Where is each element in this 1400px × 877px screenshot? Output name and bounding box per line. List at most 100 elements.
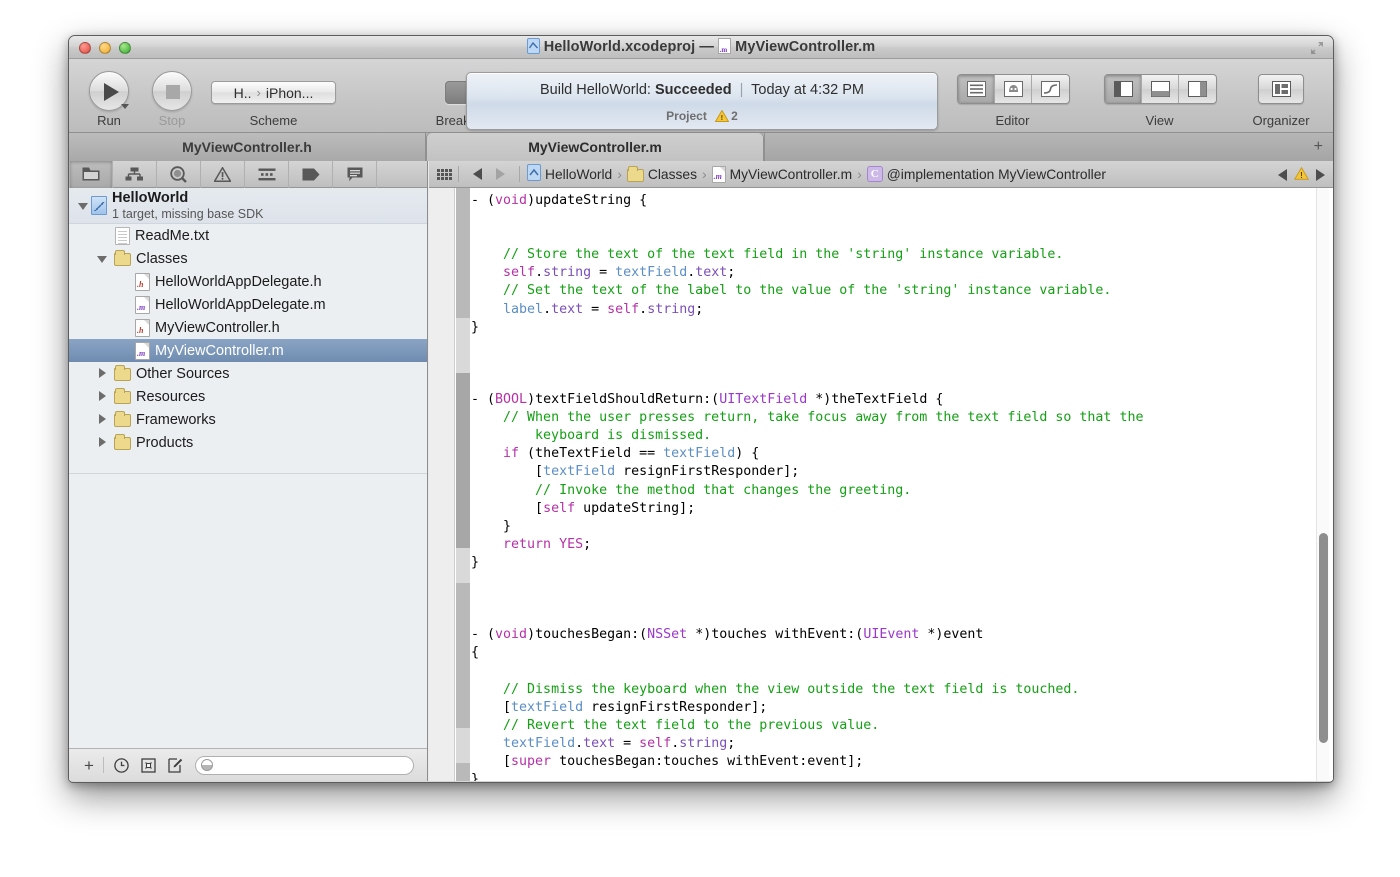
tree-row-myviewcontroller-m[interactable]: .m MyViewController.m	[69, 339, 427, 362]
fold-segment[interactable]	[456, 188, 470, 318]
back-arrow-icon[interactable]	[473, 168, 482, 180]
code-line: }	[471, 319, 1311, 337]
fold-segment[interactable]	[456, 373, 470, 548]
log-navigator-icon[interactable]	[333, 161, 377, 188]
stop-button[interactable]	[152, 71, 192, 111]
disclosure-triangle-open-icon[interactable]	[96, 252, 110, 266]
project-navigator-icon[interactable]	[69, 161, 113, 188]
build-scope-line: Project ! 2	[467, 109, 937, 125]
tree-row-helloworldappdelegate-h[interactable]: .h HelloWorldAppDelegate.h	[69, 270, 427, 293]
standard-editor-button[interactable]	[958, 75, 995, 103]
code-line	[471, 373, 1311, 391]
code-token: - (	[471, 193, 495, 208]
code-token: UITextField	[719, 392, 807, 407]
breadcrumb-helloworld[interactable]: HelloWorld	[527, 164, 612, 184]
code-token: *)event	[919, 627, 983, 642]
code-token: - (	[471, 392, 495, 407]
utilities-toggle-button[interactable]	[1179, 75, 1216, 103]
previous-issue-arrow-icon[interactable]	[1278, 169, 1287, 181]
tree-row-label: Resources	[136, 389, 205, 405]
recent-files-clock-icon[interactable]	[108, 754, 135, 776]
editor-vertical-scrollbar[interactable]	[1316, 188, 1329, 781]
disclosure-triangle-open-icon[interactable]	[77, 199, 91, 213]
add-tab-button[interactable]: +	[1314, 139, 1323, 155]
symbol-navigator-icon[interactable]	[113, 161, 157, 188]
tab-bar-empty-area: +	[764, 133, 1333, 161]
scrollbar-thumb[interactable]	[1319, 533, 1328, 743]
breadcrumb-classes[interactable]: Classes	[627, 167, 697, 182]
navigator-panel: HelloWorld 1 target, missing base SDK Re…	[69, 161, 428, 781]
search-navigator-icon[interactable]	[157, 161, 201, 188]
tree-row-label: HelloWorldAppDelegate.h	[155, 274, 322, 290]
activity-status-view[interactable]: Build HelloWorld: Succeeded | Today at 4…	[466, 72, 938, 130]
disclosure-triangle-closed-icon[interactable]	[96, 367, 110, 381]
tree-row-myviewcontroller-h[interactable]: .h MyViewController.h	[69, 316, 427, 339]
run-button[interactable]	[89, 71, 129, 111]
tab-label: MyViewController.h	[182, 139, 312, 155]
tab-myviewcontroller-m[interactable]: MyViewController.m	[427, 133, 763, 161]
fold-segment[interactable]	[456, 583, 470, 728]
fold-segment[interactable]	[456, 763, 470, 781]
navigator-toggle-button[interactable]	[1105, 75, 1142, 103]
code-token: ;	[727, 265, 735, 280]
tree-row-classes[interactable]: Classes	[69, 247, 427, 270]
version-editor-button[interactable]	[1032, 75, 1069, 103]
tree-row-products[interactable]: Products	[69, 431, 427, 454]
tree-row-frameworks[interactable]: Frameworks	[69, 408, 427, 431]
code-folding-ribbon[interactable]	[456, 188, 470, 781]
fullscreen-arrows-icon[interactable]	[1309, 40, 1325, 56]
navigator-filter-field[interactable]	[195, 756, 414, 775]
disclosure-triangle-closed-icon[interactable]	[96, 390, 110, 404]
tree-row-label: Products	[136, 435, 193, 451]
issue-navigator-icon[interactable]	[201, 161, 245, 188]
tree-row-label: MyViewController.m	[155, 343, 284, 359]
tree-row-helloworldappdelegate-m[interactable]: .m HelloWorldAppDelegate.m	[69, 293, 427, 316]
organizer-label: Organizer	[1237, 113, 1325, 128]
main-content: HelloWorld 1 target, missing base SDK Re…	[69, 161, 1333, 781]
tree-row-resources[interactable]: Resources	[69, 385, 427, 408]
disclosure-triangle-closed-icon[interactable]	[96, 436, 110, 450]
organizer-button[interactable]	[1258, 74, 1304, 104]
code-token: return YES	[503, 537, 583, 552]
unsaved-edits-icon[interactable]	[162, 754, 189, 776]
code-token: // Store the text of the text field in t…	[503, 247, 1063, 262]
code-token: text	[583, 736, 615, 751]
breadcrumb-myviewcontroller-m[interactable]: .m MyViewController.m	[712, 166, 852, 183]
add-file-button[interactable]: +	[79, 757, 99, 774]
code-editor[interactable]: - (void)updateString { // Store the text…	[429, 188, 1333, 781]
code-line: return YES;	[471, 536, 1311, 554]
next-issue-arrow-icon[interactable]	[1316, 169, 1325, 181]
code-line: // Set the text of the label to the valu…	[471, 282, 1311, 300]
tab-myviewcontroller-h[interactable]: MyViewController.h	[69, 133, 426, 161]
scheme-selector-button[interactable]: H.. › iPhon...	[211, 81, 336, 104]
test-navigator-icon[interactable]	[245, 161, 289, 188]
code-line: // Store the text of the text field in t…	[471, 246, 1311, 264]
code-line: label.text = self.string;	[471, 301, 1311, 319]
forward-arrow-icon[interactable]	[496, 168, 505, 180]
code-token: self	[543, 501, 575, 516]
navigator-filter-input[interactable]	[213, 758, 413, 772]
xcodeproj-icon	[91, 196, 107, 215]
run-dropdown-caret-icon	[121, 104, 129, 109]
tree-row-helloworld[interactable]: HelloWorld 1 target, missing base SDK	[69, 188, 427, 224]
editor-mode-segmented-control[interactable]	[957, 74, 1070, 104]
related-items-grid-icon[interactable]	[437, 169, 451, 180]
source-file-icon: .m	[712, 166, 726, 183]
source-code-text[interactable]: - (void)updateString { // Store the text…	[471, 188, 1311, 781]
disclosure-triangle-closed-icon[interactable]	[96, 413, 110, 427]
source-control-icon[interactable]	[135, 754, 162, 776]
folder-icon	[114, 437, 131, 450]
tree-row-other-sources[interactable]: Other Sources	[69, 362, 427, 385]
assistant-editor-button[interactable]	[995, 75, 1032, 103]
breakpoint-navigator-icon[interactable]	[289, 161, 333, 188]
breadcrumb-implementation[interactable]: C @implementation MyViewController	[867, 166, 1106, 182]
play-icon	[104, 83, 119, 101]
code-line: // When the user presses return, take fo…	[471, 409, 1311, 427]
view-toggles-segmented-control[interactable]	[1104, 74, 1217, 104]
code-line: [self updateString];	[471, 500, 1311, 518]
breadcrumb-label: HelloWorld	[545, 167, 612, 182]
debug-area-toggle-button[interactable]	[1142, 75, 1179, 103]
project-navigator-tree[interactable]: HelloWorld 1 target, missing base SDK Re…	[69, 188, 427, 748]
tree-row-readme-txt[interactable]: ReadMe.txt	[69, 224, 427, 247]
status-scope-label: Project	[666, 109, 707, 123]
